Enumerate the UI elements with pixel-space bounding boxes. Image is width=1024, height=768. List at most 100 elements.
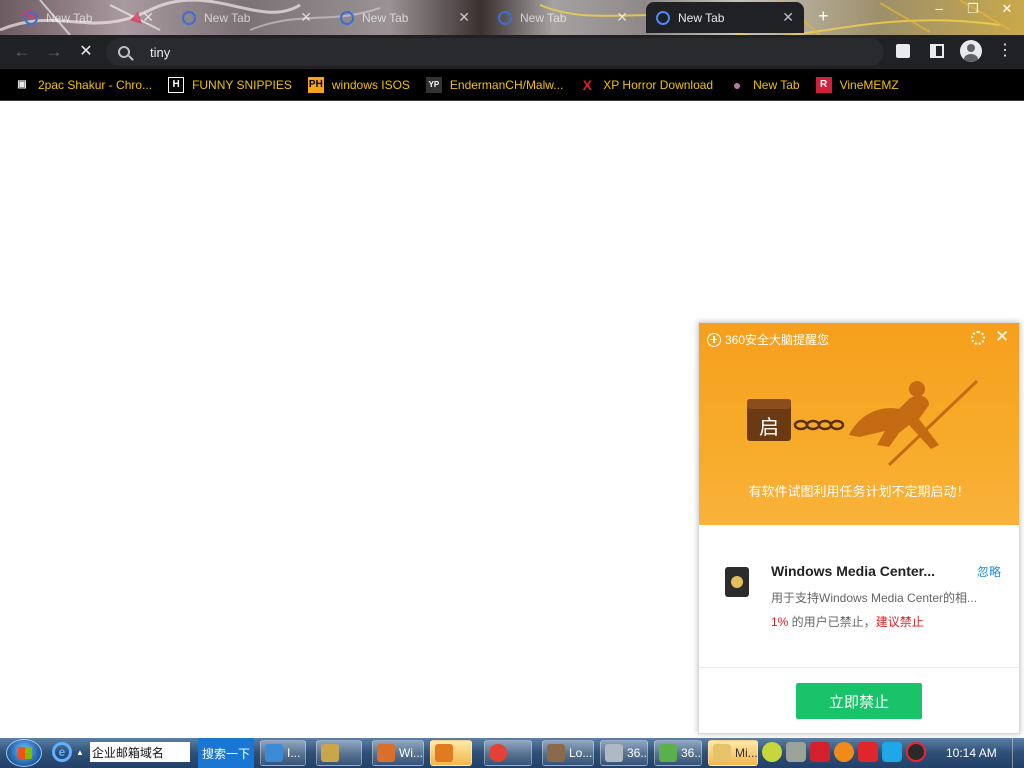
bookmark-item[interactable]: R VineMEMZ (815, 76, 899, 93)
blocked-program-item: Windows Media Center... 忽略 用于支持Windows M… (719, 561, 1001, 631)
chained-figure-illustration: 启 (747, 379, 979, 467)
side-panel-button[interactable] (926, 40, 948, 62)
block-advice: 建议禁止 (875, 615, 924, 629)
tray-record-icon[interactable] (906, 742, 926, 762)
tab-close-icon[interactable]: ✕ (616, 9, 628, 26)
bookmark-favicon-icon: R (815, 76, 832, 93)
program-name: Windows Media Center... (771, 563, 936, 579)
new-tab-button[interactable]: + (818, 6, 829, 27)
bookmark-label: windows ISOS (331, 77, 410, 92)
window-controls: – ❐ ✕ (922, 0, 1024, 20)
popup-close-button[interactable]: ✕ (995, 327, 1009, 347)
360-logo-icon (707, 332, 721, 347)
chrome-favicon-icon (656, 10, 670, 25)
tab-close-icon[interactable]: ✕ (782, 9, 794, 26)
taskbar-app-360-a[interactable]: 36... (600, 740, 648, 766)
bookmark-label: EndermanCH/Malw... (449, 77, 564, 92)
tab-close-icon[interactable]: ✕ (142, 9, 154, 26)
bookmark-label: FUNNY SNIPPIES (192, 77, 292, 92)
browser-tab-3[interactable]: New Tab ✕ (330, 2, 480, 33)
bookmark-item[interactable]: H FUNNY SNIPPIES (168, 76, 292, 93)
avatar-icon (960, 40, 982, 62)
app-icon (605, 744, 623, 762)
browser-tab-2[interactable]: New Tab ✕ (172, 2, 322, 33)
show-desktop-button[interactable] (1012, 738, 1024, 768)
app-icon (713, 744, 731, 762)
tray-flag-icon[interactable] (858, 742, 878, 762)
menu-button[interactable]: ⋮ (994, 40, 1016, 62)
bookmarks-bar: ▣ 2pac Shakur - Chro... H FUNNY SNIPPIES… (0, 69, 1024, 101)
bookmark-item[interactable]: X XP Horror Download (579, 77, 714, 93)
program-stat: 1% 的用户已禁止，建议禁止 (771, 613, 924, 630)
bookmark-favicon-icon: PH (307, 76, 324, 93)
bookmark-label: XP Horror Download (603, 77, 714, 92)
taskbar-app-explorer[interactable] (316, 740, 362, 766)
block-now-button[interactable]: 立即禁止 (796, 683, 922, 719)
tray-plus-icon[interactable] (762, 742, 782, 762)
close-window-button[interactable]: ✕ (990, 0, 1024, 20)
system-tray (762, 742, 926, 762)
address-input[interactable] (150, 44, 790, 60)
tab-strip: New Tab ✕ New Tab ✕ New Tab ✕ New Tab ✕ … (0, 0, 1024, 35)
chrome-favicon-icon (182, 10, 196, 25)
bookmark-item[interactable]: ● New Tab (729, 77, 800, 93)
bookmark-item[interactable]: ▣ 2pac Shakur - Chro... (14, 77, 152, 93)
taskbar-clock[interactable]: 10:14 AM (946, 746, 997, 760)
tray-display-icon[interactable] (882, 742, 902, 762)
tab-title: New Tab (46, 10, 93, 25)
forward-button[interactable]: → (42, 40, 66, 64)
taskbar-app-360-b[interactable]: 36... (654, 740, 702, 766)
tab-close-icon[interactable]: ✕ (458, 9, 470, 26)
stop-loading-button[interactable]: ✕ (74, 40, 98, 64)
taskbar-app-label: I... (287, 746, 301, 760)
bookmark-favicon-icon: H (168, 76, 185, 93)
tray-v-icon[interactable] (810, 742, 830, 762)
taskbar-app-media[interactable]: Wi... (372, 740, 424, 766)
taskbar-search-input[interactable] (89, 742, 190, 762)
block-stat-text: 的用户已禁止， (788, 615, 876, 629)
popup-title: 360安全大脑提醒您 (707, 331, 829, 348)
omnibox[interactable] (106, 38, 884, 66)
ignore-link[interactable]: 忽略 (977, 563, 1001, 580)
minimize-button[interactable]: – (922, 0, 956, 20)
taskbar-app-uc[interactable] (430, 740, 472, 766)
extensions-button[interactable] (892, 40, 914, 62)
ie-icon[interactable]: e (52, 742, 72, 762)
app-icon (547, 744, 565, 762)
chrome-icon (489, 744, 507, 762)
tab-close-icon[interactable]: ✕ (300, 9, 312, 26)
hero-box-label: 启 (759, 415, 779, 439)
tray-network-icon[interactable] (786, 742, 806, 762)
taskbar-app-mi[interactable]: Mi... (708, 740, 758, 766)
bookmark-item[interactable]: YP EndermanCH/Malw... (425, 76, 564, 93)
bookmark-item[interactable]: PH windows ISOS (307, 76, 410, 93)
browser-tab-4[interactable]: New Tab ✕ (488, 2, 638, 33)
alert-message: 有软件试图利用任务计划不定期启动！ (748, 484, 970, 499)
browser-tab-active[interactable]: New Tab ✕ (646, 2, 804, 33)
taskbar-app-label: Wi... (399, 746, 423, 760)
taskbar-app-ie[interactable]: I... (260, 740, 306, 766)
tab-title: New Tab (520, 10, 567, 25)
security-alert-popup: 360安全大脑提醒您 ✕ 启 有软件试图利用任务计划不定期启动！ Windows… (698, 322, 1020, 734)
restore-button[interactable]: ❐ (956, 0, 990, 20)
browser-tab-1[interactable]: New Tab ✕ (14, 2, 164, 33)
taskbar-app-label: Mi... (735, 746, 758, 760)
back-button[interactable]: ← (10, 40, 34, 64)
taskbar-app-chrome[interactable] (484, 740, 532, 766)
chrome-favicon-icon (24, 10, 38, 25)
tab-title: New Tab (204, 10, 251, 25)
taskbar-search-button[interactable]: 搜索一下 (198, 738, 254, 768)
profile-button[interactable] (960, 40, 982, 62)
gear-icon[interactable] (971, 331, 985, 345)
tab-title: New Tab (678, 10, 725, 25)
ie-app-icon (265, 744, 283, 762)
taskbar-app-label: 36... (681, 746, 702, 760)
app-icon (659, 744, 677, 762)
taskbar-app-label: 36... (627, 746, 648, 760)
taskbar-app-lo[interactable]: Lo... (542, 740, 594, 766)
tray-search-icon[interactable] (834, 742, 854, 762)
start-button[interactable] (6, 739, 42, 767)
bookmark-favicon-icon: YP (425, 76, 442, 93)
chevron-down-icon[interactable]: ▲ (76, 748, 84, 757)
search-icon (118, 46, 130, 58)
